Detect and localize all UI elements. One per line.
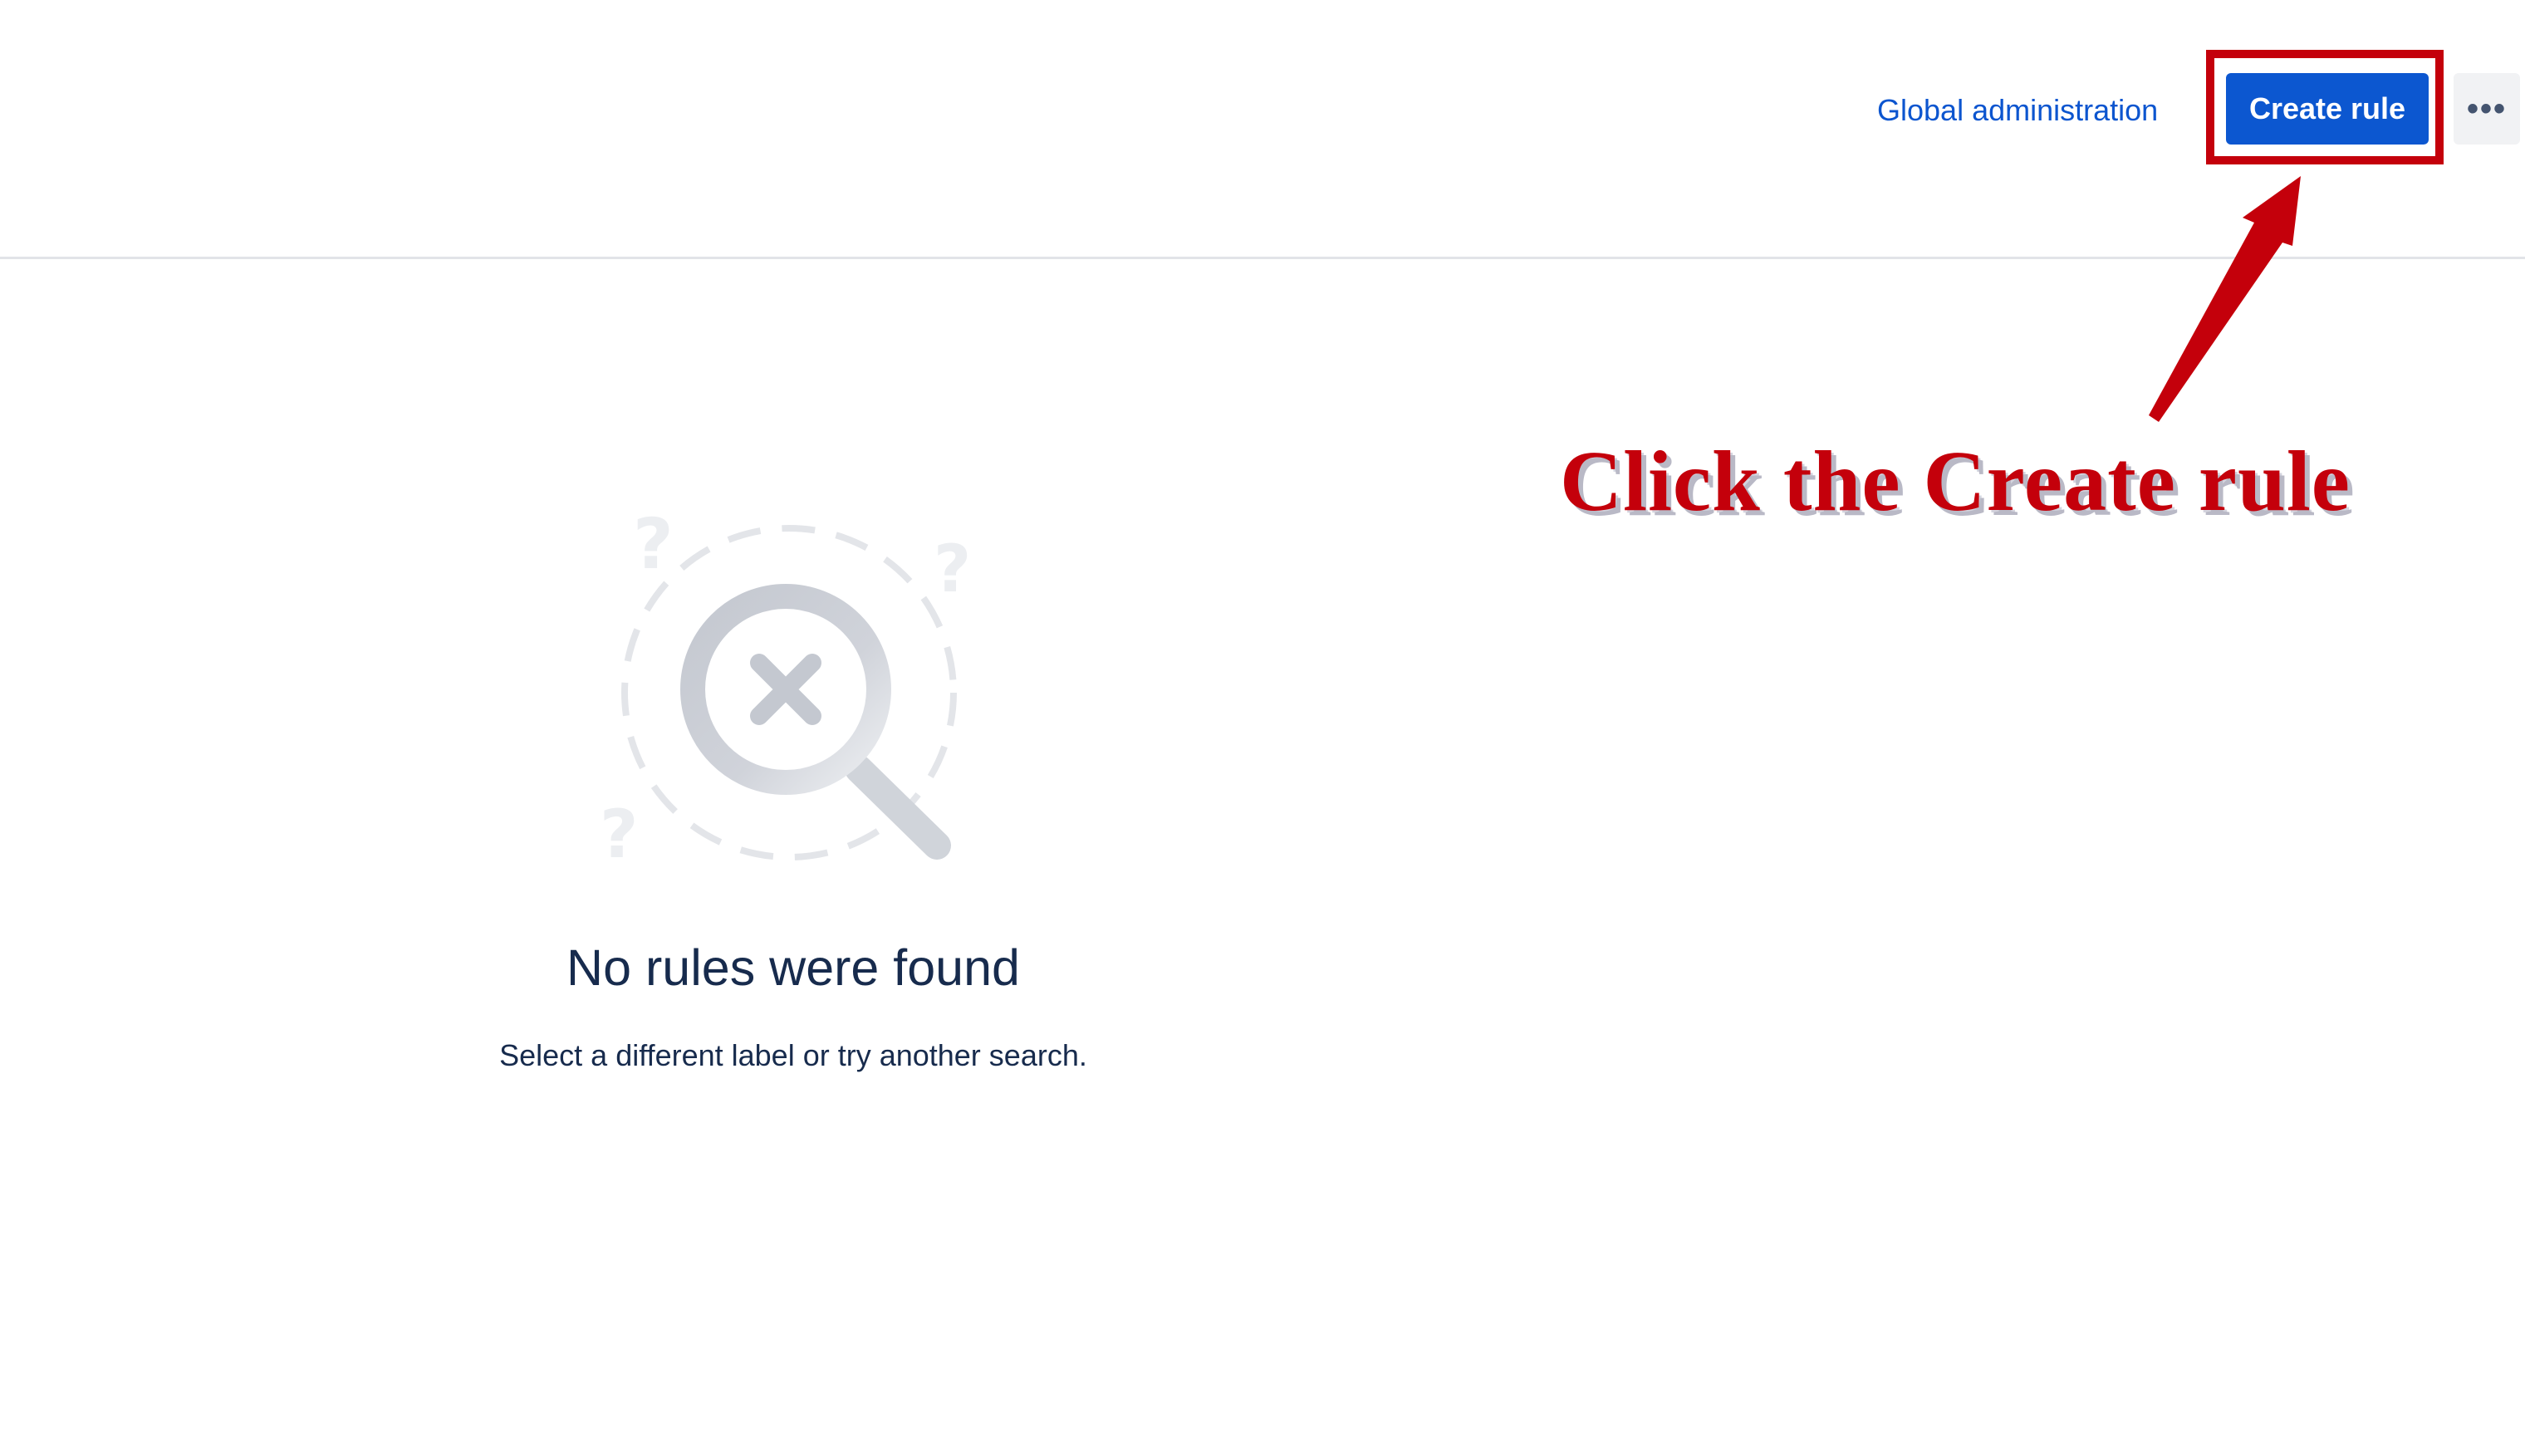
question-mark-top-left: ? xyxy=(633,503,674,585)
more-icon: ••• xyxy=(2466,91,2507,127)
annotation-instruction-text: Click the Create rule xyxy=(1560,434,2351,529)
empty-state-subtitle: Select a different label or try another … xyxy=(499,1038,1087,1072)
empty-state-title: No rules were found xyxy=(566,939,1020,996)
automation-rules-page: Global administration Create rule ••• Cl… xyxy=(0,0,2525,1456)
global-administration-link[interactable]: Global administration xyxy=(1877,90,2158,131)
question-mark-top-right: ? xyxy=(934,532,971,607)
magnifier-x-icon: ? ? ? xyxy=(600,503,971,873)
question-mark-bottom-left: ? xyxy=(600,796,638,873)
create-rule-button[interactable]: Create rule xyxy=(2226,73,2429,145)
page-header: Global administration Create rule ••• xyxy=(0,0,2525,259)
more-actions-button[interactable]: ••• xyxy=(2454,73,2520,145)
